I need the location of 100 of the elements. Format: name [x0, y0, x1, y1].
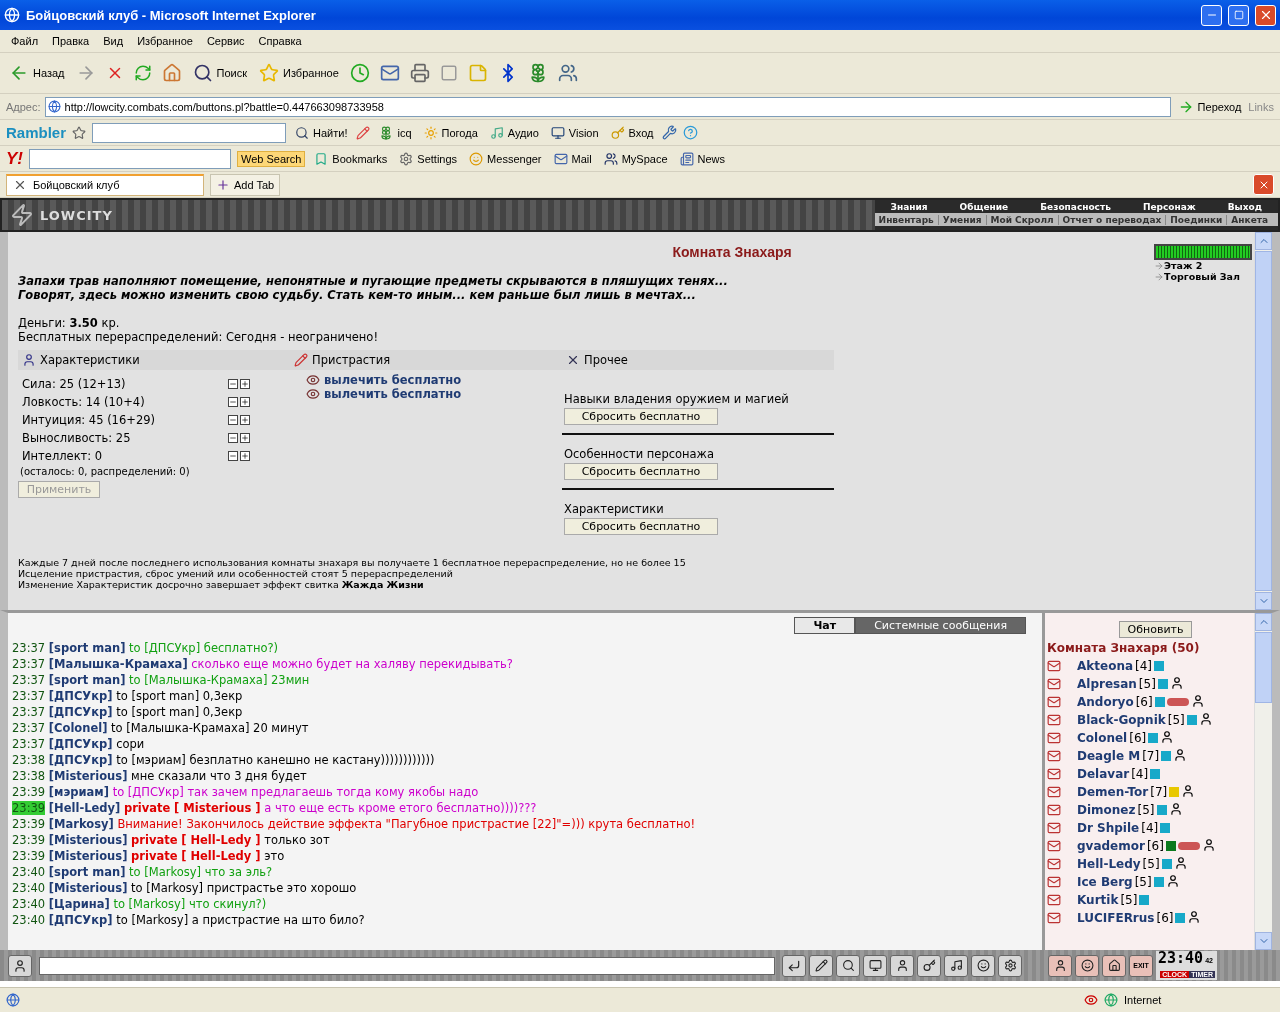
- chat-tool-button[interactable]: [998, 954, 1022, 977]
- user-name[interactable]: Ice Berg: [1077, 875, 1133, 889]
- info-icon[interactable]: [1186, 715, 1197, 725]
- sender-link[interactable]: [Colonel]: [48, 721, 108, 735]
- find-button[interactable]: Найти!: [292, 123, 351, 142]
- game-button[interactable]: [1102, 954, 1126, 977]
- add-tab-button[interactable]: Add Tab: [210, 173, 281, 196]
- close-tab-button[interactable]: [1253, 174, 1274, 195]
- rambler-toolbar-button[interactable]: Погода: [420, 123, 481, 142]
- chat-input[interactable]: [39, 956, 775, 975]
- info-icon[interactable]: [1148, 733, 1159, 743]
- minimize-button[interactable]: [1201, 4, 1222, 26]
- sender-link[interactable]: [ДПСУкр]: [48, 753, 113, 767]
- chat-tool-button[interactable]: [809, 954, 833, 977]
- rambler-toolbar-button[interactable]: Аудио: [486, 123, 542, 142]
- nav-link[interactable]: Умения: [938, 214, 987, 225]
- info-icon[interactable]: [1161, 751, 1172, 761]
- info-icon[interactable]: [1175, 913, 1186, 923]
- browser-tab[interactable]: Бойцовский клуб: [6, 173, 204, 196]
- user-name[interactable]: Kurtik: [1077, 893, 1119, 907]
- sender-link[interactable]: [Hell-Ledy]: [48, 801, 121, 815]
- reset-button[interactable]: Сбросить бесплатно: [564, 408, 718, 425]
- chat-tool-button[interactable]: [944, 954, 968, 977]
- cure-link[interactable]: вылечить бесплатно: [290, 373, 562, 387]
- nav-link[interactable]: Поединки: [1166, 214, 1228, 225]
- sender-link[interactable]: [Царина]: [48, 897, 110, 911]
- increase-button[interactable]: [240, 397, 250, 407]
- sender-link[interactable]: [ДПСУкр]: [48, 913, 113, 927]
- rambler-toolbar-button[interactable]: Vision: [547, 123, 602, 142]
- user-name[interactable]: Dr Shpile: [1077, 821, 1140, 835]
- sender-link[interactable]: [sport man]: [48, 641, 126, 655]
- nav-link[interactable]: Отчет о переводах: [1058, 214, 1167, 225]
- sender-link[interactable]: [Малышка-Крамаха]: [48, 657, 188, 671]
- game-button[interactable]: [1048, 954, 1072, 977]
- sender-link[interactable]: [мэриам]: [48, 785, 109, 799]
- cure-link[interactable]: вылечить бесплатно: [290, 387, 562, 401]
- menu-item[interactable]: Справка: [253, 35, 307, 47]
- info-icon[interactable]: [1165, 841, 1176, 851]
- decrease-button[interactable]: [228, 379, 238, 389]
- user-name[interactable]: Andoryo: [1077, 695, 1134, 709]
- scroll-thumb[interactable]: [1255, 251, 1272, 591]
- chat-tool-button[interactable]: [917, 954, 941, 977]
- go-button[interactable]: Переход: [1174, 96, 1245, 117]
- sender-link[interactable]: [Misterious]: [48, 769, 128, 783]
- location-link[interactable]: Торговый Зал: [1154, 271, 1254, 282]
- increase-button[interactable]: [240, 451, 250, 461]
- increase-button[interactable]: [240, 379, 250, 389]
- nav-link[interactable]: Анкета: [1227, 214, 1273, 225]
- info-icon[interactable]: [1157, 679, 1168, 689]
- sender-link[interactable]: [ДПСУкр]: [48, 689, 113, 703]
- refresh-button[interactable]: Обновить: [1118, 621, 1193, 638]
- address-field[interactable]: http://lowcity.combats.com/buttons.pl?battle=0.447663098733958: [44, 96, 1171, 117]
- sender-link[interactable]: [Misterious]: [48, 881, 128, 895]
- increase-button[interactable]: [240, 433, 250, 443]
- chat-tab[interactable]: Системные сообщения: [855, 617, 1026, 634]
- chat-tool-button[interactable]: [890, 954, 914, 977]
- recipient-link[interactable]: [ Hell-Ledy ]: [181, 849, 261, 863]
- reset-button[interactable]: Сбросить бесплатно: [564, 463, 718, 480]
- scrollbar[interactable]: [1254, 613, 1272, 950]
- chat-tab[interactable]: Чат: [794, 617, 856, 634]
- scroll-thumb[interactable]: [1255, 632, 1272, 703]
- close-button[interactable]: [1255, 4, 1276, 26]
- menu-item[interactable]: Вид: [98, 35, 129, 47]
- info-icon[interactable]: [1154, 661, 1165, 671]
- decrease-button[interactable]: [228, 397, 238, 407]
- info-icon[interactable]: [1150, 769, 1161, 779]
- user-name[interactable]: Alpresan: [1077, 677, 1137, 691]
- menu-item[interactable]: Избранное: [132, 35, 198, 47]
- favorites-button[interactable]: Избранное: [256, 61, 342, 85]
- yahoo-toolbar-button[interactable]: Settings: [396, 149, 461, 168]
- user-name[interactable]: Hell-Ledy: [1077, 857, 1141, 871]
- scrollbar[interactable]: [1254, 232, 1272, 610]
- reset-button[interactable]: Сбросить бесплатно: [564, 518, 718, 535]
- web-search-button[interactable]: Web Search: [237, 150, 306, 167]
- yahoo-toolbar-button[interactable]: Mail: [550, 149, 595, 168]
- user-name[interactable]: gvademor: [1077, 839, 1145, 853]
- search-button[interactable]: Поиск: [189, 61, 250, 85]
- rambler-toolbar-button[interactable]: Вход: [607, 123, 657, 142]
- decrease-button[interactable]: [228, 433, 238, 443]
- rambler-search-field[interactable]: [92, 122, 287, 143]
- user-name[interactable]: Dimonez: [1077, 803, 1136, 817]
- user-name[interactable]: Delavar: [1077, 767, 1130, 781]
- info-icon[interactable]: [1139, 895, 1150, 905]
- user-name[interactable]: Deagle M: [1077, 749, 1141, 763]
- menu-item[interactable]: Файл: [6, 35, 44, 47]
- sender-link[interactable]: [sport man]: [48, 673, 126, 687]
- back-button[interactable]: Назад: [6, 61, 68, 85]
- sender-link[interactable]: [Misterious]: [48, 849, 128, 863]
- decrease-button[interactable]: [228, 451, 238, 461]
- sender-link[interactable]: [Markosy]: [48, 817, 114, 831]
- nav-link[interactable]: Инвентарь: [874, 214, 939, 225]
- chat-tool-button[interactable]: [836, 954, 860, 977]
- nav-link[interactable]: Безопасность: [1024, 201, 1127, 212]
- chat-tool-button[interactable]: [863, 954, 887, 977]
- menu-item[interactable]: Правка: [47, 35, 95, 47]
- info-icon[interactable]: [1161, 859, 1172, 869]
- decrease-button[interactable]: [228, 415, 238, 425]
- game-button[interactable]: [1075, 954, 1099, 977]
- chat-tool-button[interactable]: [971, 954, 995, 977]
- rambler-toolbar-button[interactable]: icq: [376, 123, 415, 142]
